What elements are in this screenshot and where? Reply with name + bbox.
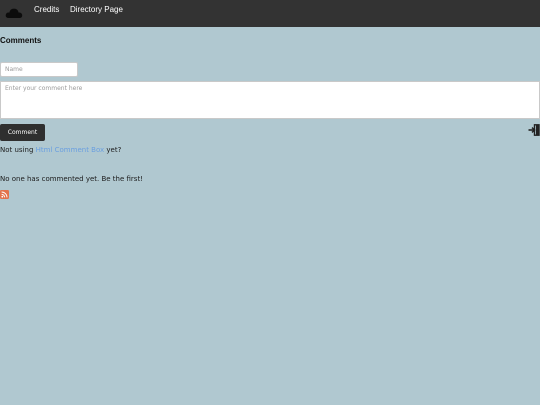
name-input[interactable]: [0, 62, 78, 77]
nav-link-directory-page[interactable]: Directory Page: [70, 5, 123, 14]
comment-submit-button[interactable]: Comment: [0, 124, 45, 141]
promo-prefix: Not using: [0, 146, 34, 154]
promo-suffix: yet?: [106, 146, 122, 154]
sign-in-icon[interactable]: [528, 124, 540, 136]
cloud-icon[interactable]: [5, 6, 23, 20]
comments-heading: Comments: [0, 36, 42, 45]
promo-text: Not using Html Comment Box yet?: [0, 146, 121, 154]
comment-textarea[interactable]: [0, 81, 540, 119]
rss-icon[interactable]: [0, 190, 9, 199]
nav-link-credits[interactable]: Credits: [34, 5, 59, 14]
html-comment-box-link[interactable]: Html Comment Box: [36, 146, 105, 154]
no-comments-message: No one has commented yet. Be the first!: [0, 175, 144, 183]
top-navbar: Credits Directory Page: [0, 0, 540, 27]
